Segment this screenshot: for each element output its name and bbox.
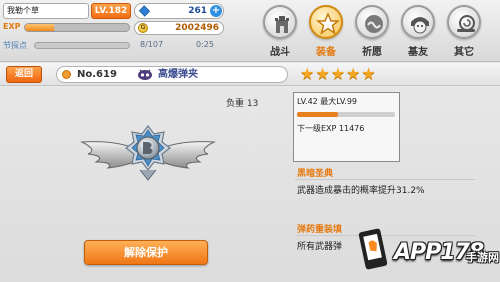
search-points-count: 8/107	[140, 40, 164, 49]
item-level-bar-fill	[297, 112, 339, 117]
skill-1-divider	[295, 179, 475, 180]
item-title-bar: 返回 No.619 高爆弹夹 ★ ★ ★ ★ ★	[0, 63, 500, 86]
item-weight: 负重 13	[226, 99, 259, 109]
player-level-badge: LV.182	[91, 3, 131, 19]
nav-other-button[interactable]: 其它	[442, 2, 486, 60]
search-points-label: 节探点	[3, 41, 27, 50]
item-type-icon	[138, 69, 152, 80]
battle-tower-icon	[263, 5, 297, 39]
nav-battle-button[interactable]: 战斗	[258, 2, 302, 60]
prayer-icon	[355, 5, 389, 39]
item-level-box: LV.42 最大LV.99 下一级EXP 11476	[293, 92, 400, 162]
site-watermark: APP178 手游网	[352, 222, 500, 282]
item-number: No.619	[77, 69, 117, 80]
item-header: No.619 高爆弹夹	[56, 66, 288, 83]
rating-star-icon: ★	[315, 64, 330, 83]
gold-value: 2002496	[175, 23, 219, 33]
nav-prayer-label: 祈愿	[362, 47, 382, 58]
item-rarity-dot	[62, 70, 71, 79]
back-button[interactable]: 返回	[6, 66, 42, 83]
nav-friends-button[interactable]: 基友	[396, 2, 440, 60]
item-level-bar	[297, 112, 395, 117]
nav-equipment-button[interactable]: 装备	[304, 2, 348, 60]
nav-other-label: 其它	[454, 47, 474, 58]
next-level-exp: 下一级EXP 11476	[297, 124, 365, 133]
nav-equipment-label: 装备	[316, 47, 336, 58]
rating-star-icon: ★	[346, 64, 361, 83]
skill-1-title: 黑暗圣典	[297, 169, 334, 179]
add-gems-button[interactable]: +	[210, 5, 222, 17]
unlock-protection-button[interactable]: 解除保护	[84, 240, 208, 265]
other-snail-icon	[447, 5, 481, 39]
search-points-bar	[34, 42, 130, 49]
exp-bar-fill	[25, 24, 55, 31]
skill-2-description: 所有武器弹	[297, 242, 343, 252]
diamond-icon	[138, 5, 151, 17]
item-rating: ★ ★ ★ ★ ★	[300, 65, 376, 83]
skill-2-title: 弹药重装填	[297, 225, 343, 235]
gold-counter: G 2002496	[134, 21, 224, 35]
winged-shield-emblem	[80, 125, 216, 181]
rating-star-icon: ★	[330, 64, 346, 83]
item-name: 高爆弹夹	[158, 69, 198, 80]
rating-star-icon: ★	[361, 64, 376, 83]
exp-label: EXP	[3, 22, 21, 31]
nav-battle-label: 战斗	[270, 47, 290, 58]
search-points-timer: 0:25	[196, 40, 214, 49]
watermark-subtext: 手游网	[466, 251, 499, 264]
exp-bar	[24, 23, 130, 32]
rating-star-icon: ★	[300, 64, 315, 83]
nav-prayer-button[interactable]: 祈愿	[350, 2, 394, 60]
gem-counter: 261 +	[134, 3, 224, 19]
skill-1-description: 武器造成暴击的概率提升31.2%	[297, 186, 425, 196]
player-name: 我勒个草	[3, 3, 89, 19]
nav-friends-label: 基友	[408, 47, 428, 58]
friends-icon	[401, 5, 435, 39]
gem-value: 261	[188, 6, 207, 16]
equipment-star-icon	[309, 5, 343, 39]
item-level-text: LV.42 最大LV.99	[297, 97, 358, 106]
gold-coin-icon: G	[138, 23, 148, 33]
top-hud: 我勒个草 LV.182 261 + EXP G 2002496 节探点 8/10…	[0, 0, 500, 62]
phone-logo-icon	[358, 228, 388, 270]
